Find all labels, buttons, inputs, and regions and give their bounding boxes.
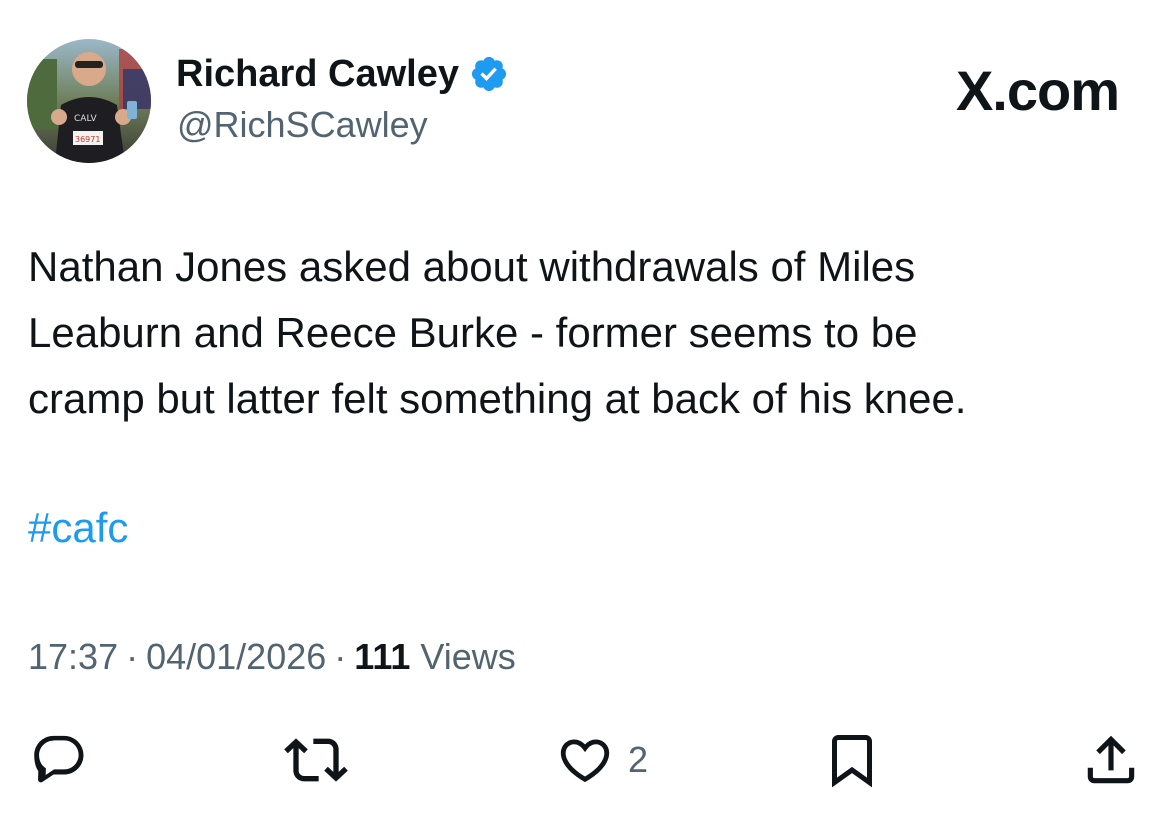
views-count: 111: [354, 636, 411, 677]
tweet-time[interactable]: 17:37: [28, 636, 118, 678]
tweet-date[interactable]: 04/01/2026: [146, 636, 326, 678]
author-handle[interactable]: @RichSCawley: [177, 104, 428, 146]
retweet-button[interactable]: [284, 728, 348, 792]
tweet-text: Nathan Jones asked about withdrawals of …: [28, 234, 1138, 432]
share-button[interactable]: [1080, 728, 1142, 792]
retweet-icon: [284, 738, 348, 782]
brand-watermark: X.com: [955, 59, 1120, 122]
tweet-text-line: Nathan Jones asked about withdrawals of …: [28, 243, 916, 290]
svg-text:36971: 36971: [75, 135, 100, 144]
bookmark-icon: [832, 735, 872, 788]
meta-separator: ·: [126, 636, 139, 677]
heart-icon: [560, 739, 610, 783]
avatar-photo: CALV 36971: [27, 39, 151, 163]
tweet-text-line: cramp but latter felt something at back …: [28, 375, 967, 422]
author-name[interactable]: Richard Cawley: [176, 53, 459, 96]
tweet-text-line: Leaburn and Reece Burke - former seems t…: [28, 309, 918, 356]
share-icon: [1087, 735, 1135, 784]
svg-text:CALV: CALV: [74, 114, 97, 124]
reply-icon: [34, 735, 84, 783]
tweet-card: CALV 36971 Richard Cawley @RichSCawley X…: [0, 0, 1170, 828]
bookmark-button[interactable]: [822, 728, 882, 792]
reply-button[interactable]: [30, 728, 88, 792]
tweet-meta: 17:37 · 04/01/2026 · 111 Views: [28, 636, 516, 678]
verified-badge-icon[interactable]: [469, 54, 509, 94]
like-count: 2: [628, 739, 649, 780]
views-label: Views: [420, 636, 516, 677]
author-name-row: Richard Cawley: [176, 50, 509, 98]
meta-separator: ·: [334, 636, 347, 677]
action-bar: 2: [0, 728, 1170, 798]
like-button[interactable]: 2: [556, 728, 648, 792]
avatar[interactable]: CALV 36971: [27, 39, 151, 163]
hashtag-link[interactable]: #cafc: [28, 500, 128, 556]
